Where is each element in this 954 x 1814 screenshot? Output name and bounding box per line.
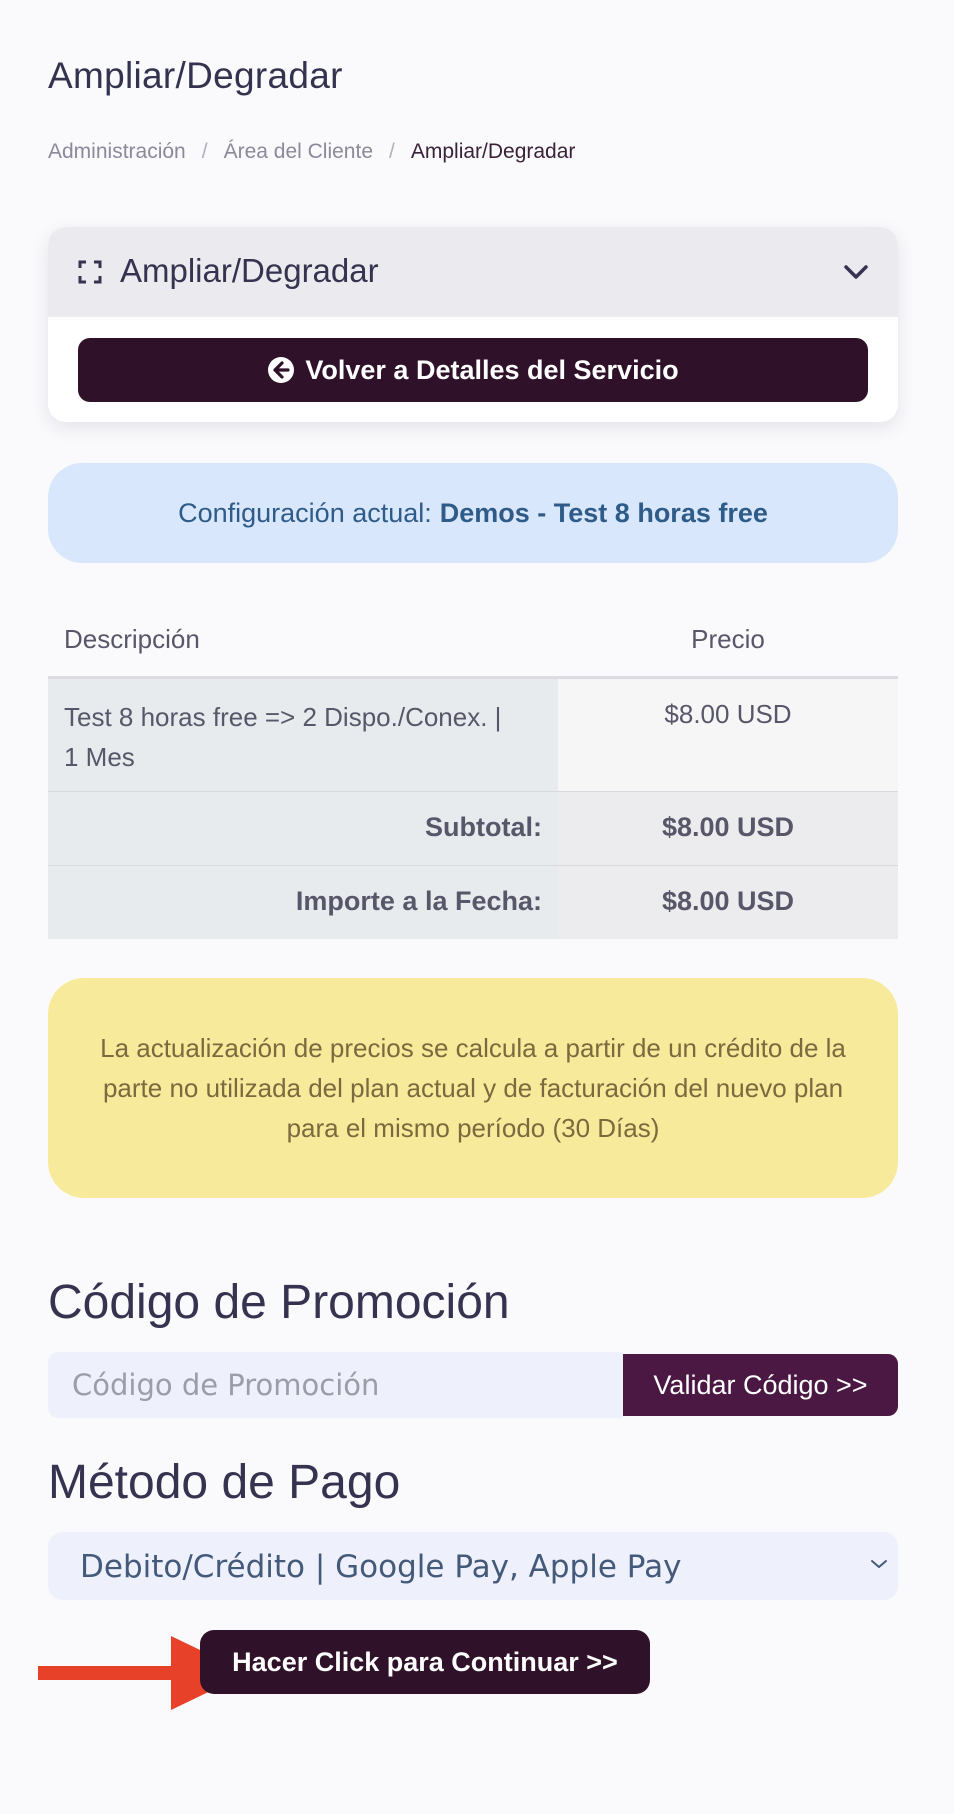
breadcrumb-item-client-area[interactable]: Área del Cliente [224, 140, 373, 163]
promo-code-heading: Código de Promoción [48, 1276, 510, 1329]
amount-due-value-cell: $8.00 USD [558, 866, 898, 939]
chevron-down-icon[interactable] [842, 259, 870, 285]
subtotal-row: Subtotal: $8.00 USD [48, 792, 898, 866]
payment-method-heading: Método de Pago [48, 1456, 401, 1509]
breadcrumb-separator: / [389, 140, 395, 163]
payment-method-selected: Debito/Crédito | Google Pay, Apple Pay [80, 1549, 682, 1585]
validate-code-button[interactable]: Validar Código >> [623, 1354, 898, 1416]
amount-due-label: Importe a la Fecha: [295, 886, 542, 916]
price-table: Descripción Precio Test 8 horas free => … [48, 610, 898, 939]
back-to-service-details-button[interactable]: Volver a Detalles del Servicio [78, 338, 868, 402]
current-config-value: Demos - Test 8 horas free [439, 497, 768, 528]
page: Ampliar/Degradar Administración / Área del… [0, 0, 954, 1814]
subtotal-value-cell: $8.00 USD [558, 792, 898, 865]
item-price: $8.00 USD [664, 699, 792, 729]
amount-due-row: Importe a la Fecha: $8.00 USD [48, 866, 898, 939]
page-title: Ampliar/Degradar [48, 55, 343, 96]
upgrade-panel: Ampliar/Degradar Volver a Detalles del S… [48, 227, 898, 422]
column-header-description: Descripción [64, 624, 200, 654]
breadcrumb-item-admin[interactable]: Administración [48, 140, 186, 163]
panel-header[interactable]: Ampliar/Degradar [48, 227, 898, 317]
promo-code-input[interactable] [48, 1352, 623, 1418]
back-button-label: Volver a Detalles del Servicio [305, 354, 679, 385]
subtotal-value: $8.00 USD [661, 812, 795, 842]
table-row: Test 8 horas free => 2 Dispo./Conex. | 1… [48, 679, 898, 792]
arrow-circle-left-icon [268, 357, 295, 383]
subtotal-label-cell: Subtotal: [48, 792, 558, 865]
breadcrumb: Administración / Área del Cliente / Ampliar/… [48, 140, 575, 164]
payment-method-select[interactable]: Debito/Crédito | Google Pay, Apple Pay [48, 1532, 898, 1600]
item-description: Test 8 horas free => 2 Dispo./Conex. | 1… [64, 702, 502, 772]
item-price-cell: $8.00 USD [558, 679, 898, 791]
breadcrumb-separator: / [201, 140, 208, 163]
pricing-notice-text: La actualización de precios se calcula a… [100, 1033, 846, 1143]
expand-icon [78, 260, 102, 284]
breadcrumb-item-current: Ampliar/Degradar [410, 140, 576, 163]
continue-button[interactable]: Hacer Click para Continuar >> [200, 1630, 650, 1694]
current-config-label: Configuración actual: [178, 497, 432, 528]
current-config-info: Configuración actual: Demos - Test 8 hor… [48, 463, 898, 563]
table-header: Descripción Precio [48, 610, 898, 679]
subtotal-label: Subtotal: [425, 812, 542, 842]
chevron-down-icon [871, 1560, 887, 1568]
column-header-price: Precio [691, 624, 765, 654]
item-description-cell: Test 8 horas free => 2 Dispo./Conex. | 1… [48, 679, 558, 791]
panel-title: Ampliar/Degradar [120, 252, 379, 289]
amount-due-value: $8.00 USD [661, 886, 795, 916]
amount-due-label-cell: Importe a la Fecha: [48, 866, 558, 939]
pricing-notice: La actualización de precios se calcula a… [48, 978, 898, 1198]
